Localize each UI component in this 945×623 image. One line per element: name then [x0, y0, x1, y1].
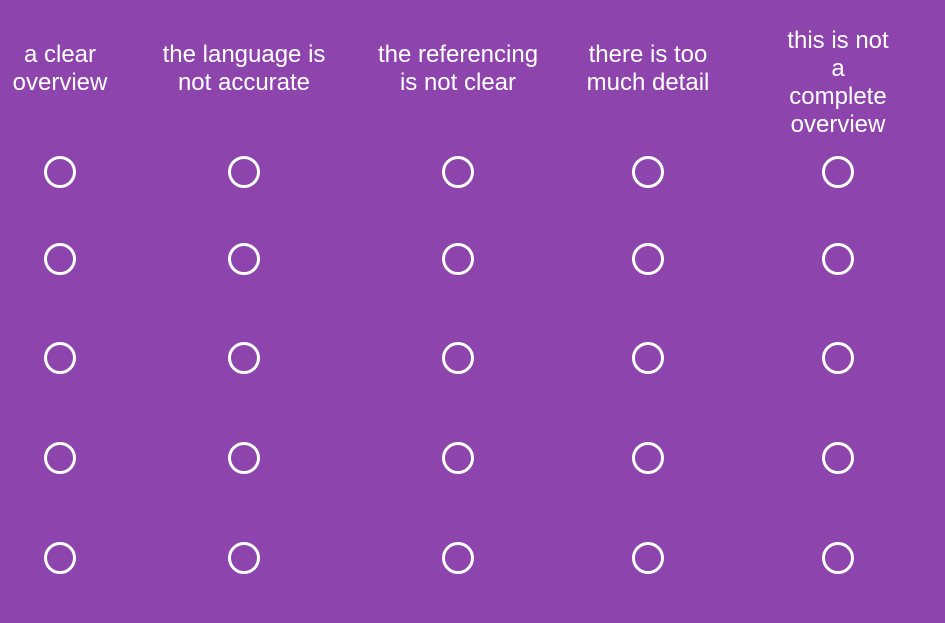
radio-row3-col1[interactable]	[44, 342, 76, 374]
column-header-referencing-not-clear: the referencing is not clear	[378, 41, 538, 97]
column-header-label: this is not a complete overview	[787, 27, 889, 138]
radio-row3-col5[interactable]	[822, 342, 854, 374]
radio-row2-col3[interactable]	[442, 243, 474, 275]
radio-row4-col5[interactable]	[822, 442, 854, 474]
radio-row3-col4[interactable]	[632, 342, 664, 374]
column-header-label: the language is not accurate	[162, 41, 326, 96]
column-header-too-much-detail: there is too much detail	[587, 41, 710, 97]
radio-row4-col4[interactable]	[632, 442, 664, 474]
column-header-not-complete-overview: this is not a complete overview	[785, 27, 892, 139]
radio-row4-col1[interactable]	[44, 442, 76, 474]
radio-row5-col2[interactable]	[228, 542, 260, 574]
radio-row5-col5[interactable]	[822, 542, 854, 574]
radio-row1-col3[interactable]	[442, 156, 474, 188]
radio-row2-col5[interactable]	[822, 243, 854, 275]
column-header-label: the referencing is not clear	[377, 41, 539, 96]
radio-row2-col2[interactable]	[228, 243, 260, 275]
radio-row5-col3[interactable]	[442, 542, 474, 574]
radio-row2-col1[interactable]	[44, 243, 76, 275]
radio-row1-col5[interactable]	[822, 156, 854, 188]
radio-row3-col3[interactable]	[442, 342, 474, 374]
column-header-label: there is too much detail	[586, 41, 710, 96]
radio-row4-col3[interactable]	[442, 442, 474, 474]
rating-matrix: a clear overview the language is not acc…	[0, 0, 945, 623]
radio-row2-col4[interactable]	[632, 243, 664, 275]
radio-row1-col2[interactable]	[228, 156, 260, 188]
radio-row1-col1[interactable]	[44, 156, 76, 188]
radio-row5-col1[interactable]	[44, 542, 76, 574]
radio-row5-col4[interactable]	[632, 542, 664, 574]
column-header-clear-overview: a clear overview	[13, 41, 108, 97]
column-header-language-not-accurate: the language is not accurate	[163, 41, 326, 97]
column-header-label: a clear overview	[12, 41, 108, 96]
radio-row3-col2[interactable]	[228, 342, 260, 374]
radio-row4-col2[interactable]	[228, 442, 260, 474]
radio-row1-col4[interactable]	[632, 156, 664, 188]
